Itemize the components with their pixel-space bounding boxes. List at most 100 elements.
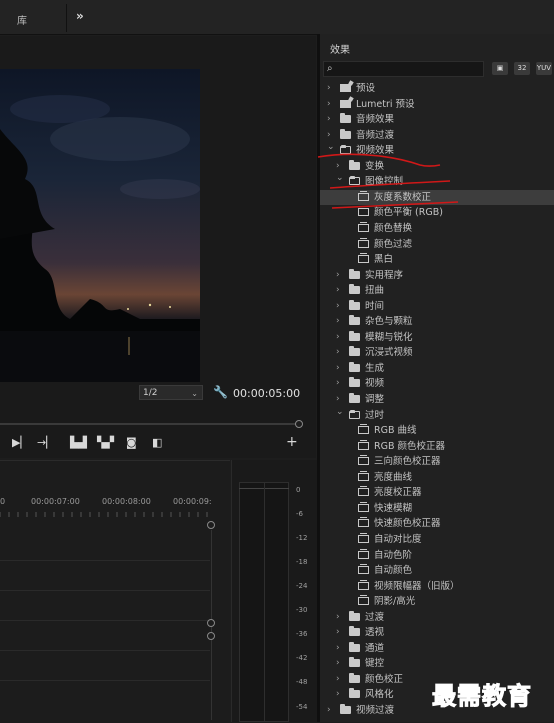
chevron-right-icon[interactable]: › <box>327 703 331 719</box>
effect-folder[interactable]: › 变换 <box>320 159 554 175</box>
yuv-filter-button[interactable]: YUV <box>536 62 552 75</box>
chevron-right-icon[interactable]: › <box>336 641 340 657</box>
effect-item[interactable]: 亮度校正器 <box>320 485 554 501</box>
chevron-right-icon[interactable]: › <box>336 268 340 284</box>
tab-library[interactable]: 库 <box>17 12 27 27</box>
chevron-down-icon[interactable]: ⌄ <box>336 171 344 187</box>
tree-item-label: 颜色校正 <box>365 673 404 685</box>
db-label: -36 <box>296 630 308 638</box>
duration-timecode: 00:00:05:00 <box>233 387 301 400</box>
effect-folder[interactable]: › 过渡 <box>320 610 554 626</box>
effect-item[interactable]: 自动对比度 <box>320 532 554 548</box>
zoom-handle-mid[interactable] <box>207 619 215 627</box>
effect-item[interactable]: 视频限幅器（旧版） <box>320 579 554 595</box>
effect-folder[interactable]: ⌄ 过时 <box>320 405 554 424</box>
folder-icon <box>340 145 351 155</box>
effect-folder[interactable]: › 沉浸式视频 <box>320 345 554 361</box>
tab-overflow-button[interactable]: » <box>76 9 84 23</box>
chevron-right-icon[interactable]: › <box>336 376 340 392</box>
scrub-handle[interactable] <box>295 420 303 428</box>
tree-item-label: 通道 <box>365 642 385 654</box>
effects-search-input[interactable]: ⌕ <box>323 61 484 77</box>
effect-item[interactable]: 颜色过滤 <box>320 237 554 253</box>
wrench-icon[interactable]: 🔧 <box>213 385 228 399</box>
chevron-right-icon[interactable]: › <box>336 625 340 641</box>
db-label: -12 <box>296 534 308 542</box>
effect-item[interactable]: 快速模糊 <box>320 501 554 517</box>
tree-item-label: 阴影/高光 <box>374 596 416 608</box>
chevron-right-icon[interactable]: › <box>327 81 331 97</box>
zoom-handle-bottom[interactable] <box>207 632 215 640</box>
effect-folder[interactable]: › 时间 <box>320 299 554 315</box>
effect-item[interactable]: 快速颜色校正器 <box>320 516 554 532</box>
effect-folder[interactable]: › 生成 <box>320 361 554 377</box>
chevron-right-icon[interactable]: › <box>336 314 340 330</box>
effect-folder[interactable]: › 预设 <box>320 81 554 97</box>
effect-folder[interactable]: › 扭曲 <box>320 283 554 299</box>
effect-folder[interactable]: › 透视 <box>320 625 554 641</box>
effect-folder[interactable]: › 模糊与锐化 <box>320 330 554 346</box>
chevron-right-icon[interactable]: › <box>336 345 340 361</box>
effect-folder[interactable]: › 视频 <box>320 376 554 392</box>
step-forward-icon[interactable]: →▏ <box>37 436 55 449</box>
chevron-right-icon[interactable]: › <box>336 656 340 672</box>
zoom-level-value: 1/2 <box>143 388 158 398</box>
effect-folder[interactable]: ⌄ 图像控制 <box>320 171 554 190</box>
play-icon[interactable]: ▶▏ <box>12 436 29 449</box>
chevron-right-icon[interactable]: › <box>336 283 340 299</box>
tree-item-label: 音频效果 <box>356 114 395 126</box>
effect-folder[interactable]: › 杂色与颗粒 <box>320 314 554 330</box>
effect-folder[interactable]: › 键控 <box>320 656 554 672</box>
chevron-right-icon[interactable]: › <box>336 672 340 688</box>
chevron-right-icon[interactable]: › <box>327 97 331 113</box>
zoom-level-select[interactable]: 1/2 ⌄ <box>139 385 203 400</box>
effect-folder[interactable]: › 实用程序 <box>320 268 554 284</box>
effect-item[interactable]: 颜色替换 <box>320 221 554 237</box>
tree-item-label: 生成 <box>365 362 385 374</box>
chevron-right-icon[interactable]: › <box>336 299 340 315</box>
lift-icon[interactable]: ▙▟ <box>70 436 87 449</box>
effect-item[interactable]: 亮度曲线 <box>320 470 554 486</box>
tree-item-label: 颜色平衡 (RGB) <box>374 207 443 219</box>
effect-item[interactable]: RGB 颜色校正器 <box>320 439 554 455</box>
chevron-right-icon[interactable]: › <box>327 112 331 128</box>
tree-item-label: 预设 <box>356 83 376 94</box>
db-label: -42 <box>296 654 308 662</box>
effect-item[interactable]: 三向颜色校正器 <box>320 454 554 470</box>
night-sky-image <box>0 69 200 382</box>
effect-item[interactable]: 阴影/高光 <box>320 594 554 610</box>
effect-item[interactable]: 颜色平衡 (RGB) <box>320 205 554 221</box>
comparison-view-icon[interactable]: ◧ <box>152 436 162 449</box>
tree-item-label: 黑白 <box>374 254 394 266</box>
accelerated-effects-filter-button[interactable]: ▣ <box>492 62 508 75</box>
camera-icon[interactable]: ◙ <box>126 436 137 449</box>
tree-item-label: 快速颜色校正器 <box>374 518 441 530</box>
preset-bin-icon <box>340 99 351 108</box>
effect-item[interactable]: 自动色阶 <box>320 548 554 564</box>
chevron-down-icon[interactable]: ⌄ <box>336 405 344 421</box>
effect-item[interactable]: 黑白 <box>320 252 554 268</box>
tree-item-label: 亮度曲线 <box>374 471 413 483</box>
32bit-filter-button[interactable]: 32 <box>514 62 530 75</box>
effect-item[interactable]: 灰度系数校正 <box>320 189 554 206</box>
effect-folder[interactable]: › 通道 <box>320 641 554 657</box>
chevron-right-icon[interactable]: › <box>336 610 340 626</box>
chevron-right-icon[interactable]: › <box>336 687 340 703</box>
effect-folder[interactable]: › 音频过渡 <box>320 128 554 144</box>
effect-folder[interactable]: › 音频效果 <box>320 112 554 128</box>
effect-folder[interactable]: › Lumetri 预设 <box>320 97 554 113</box>
folder-icon <box>349 657 360 668</box>
chevron-right-icon[interactable]: › <box>336 361 340 377</box>
add-button[interactable]: + <box>286 434 298 450</box>
tree-item-label: 视频 <box>365 378 385 390</box>
effect-item[interactable]: RGB 曲线 <box>320 423 554 439</box>
extract-icon[interactable]: ▚▞ <box>97 436 114 449</box>
zoom-handle-top[interactable] <box>207 521 215 529</box>
effect-folder[interactable]: ⌄ 视频效果 <box>320 140 554 159</box>
effect-item[interactable]: 自动颜色 <box>320 563 554 579</box>
playhead-scrubber[interactable] <box>0 420 303 428</box>
effect-folder[interactable]: › 调整 <box>320 392 554 408</box>
chevron-right-icon[interactable]: › <box>336 330 340 346</box>
chevron-down-icon[interactable]: ⌄ <box>327 140 335 156</box>
effect-icon <box>358 237 369 248</box>
